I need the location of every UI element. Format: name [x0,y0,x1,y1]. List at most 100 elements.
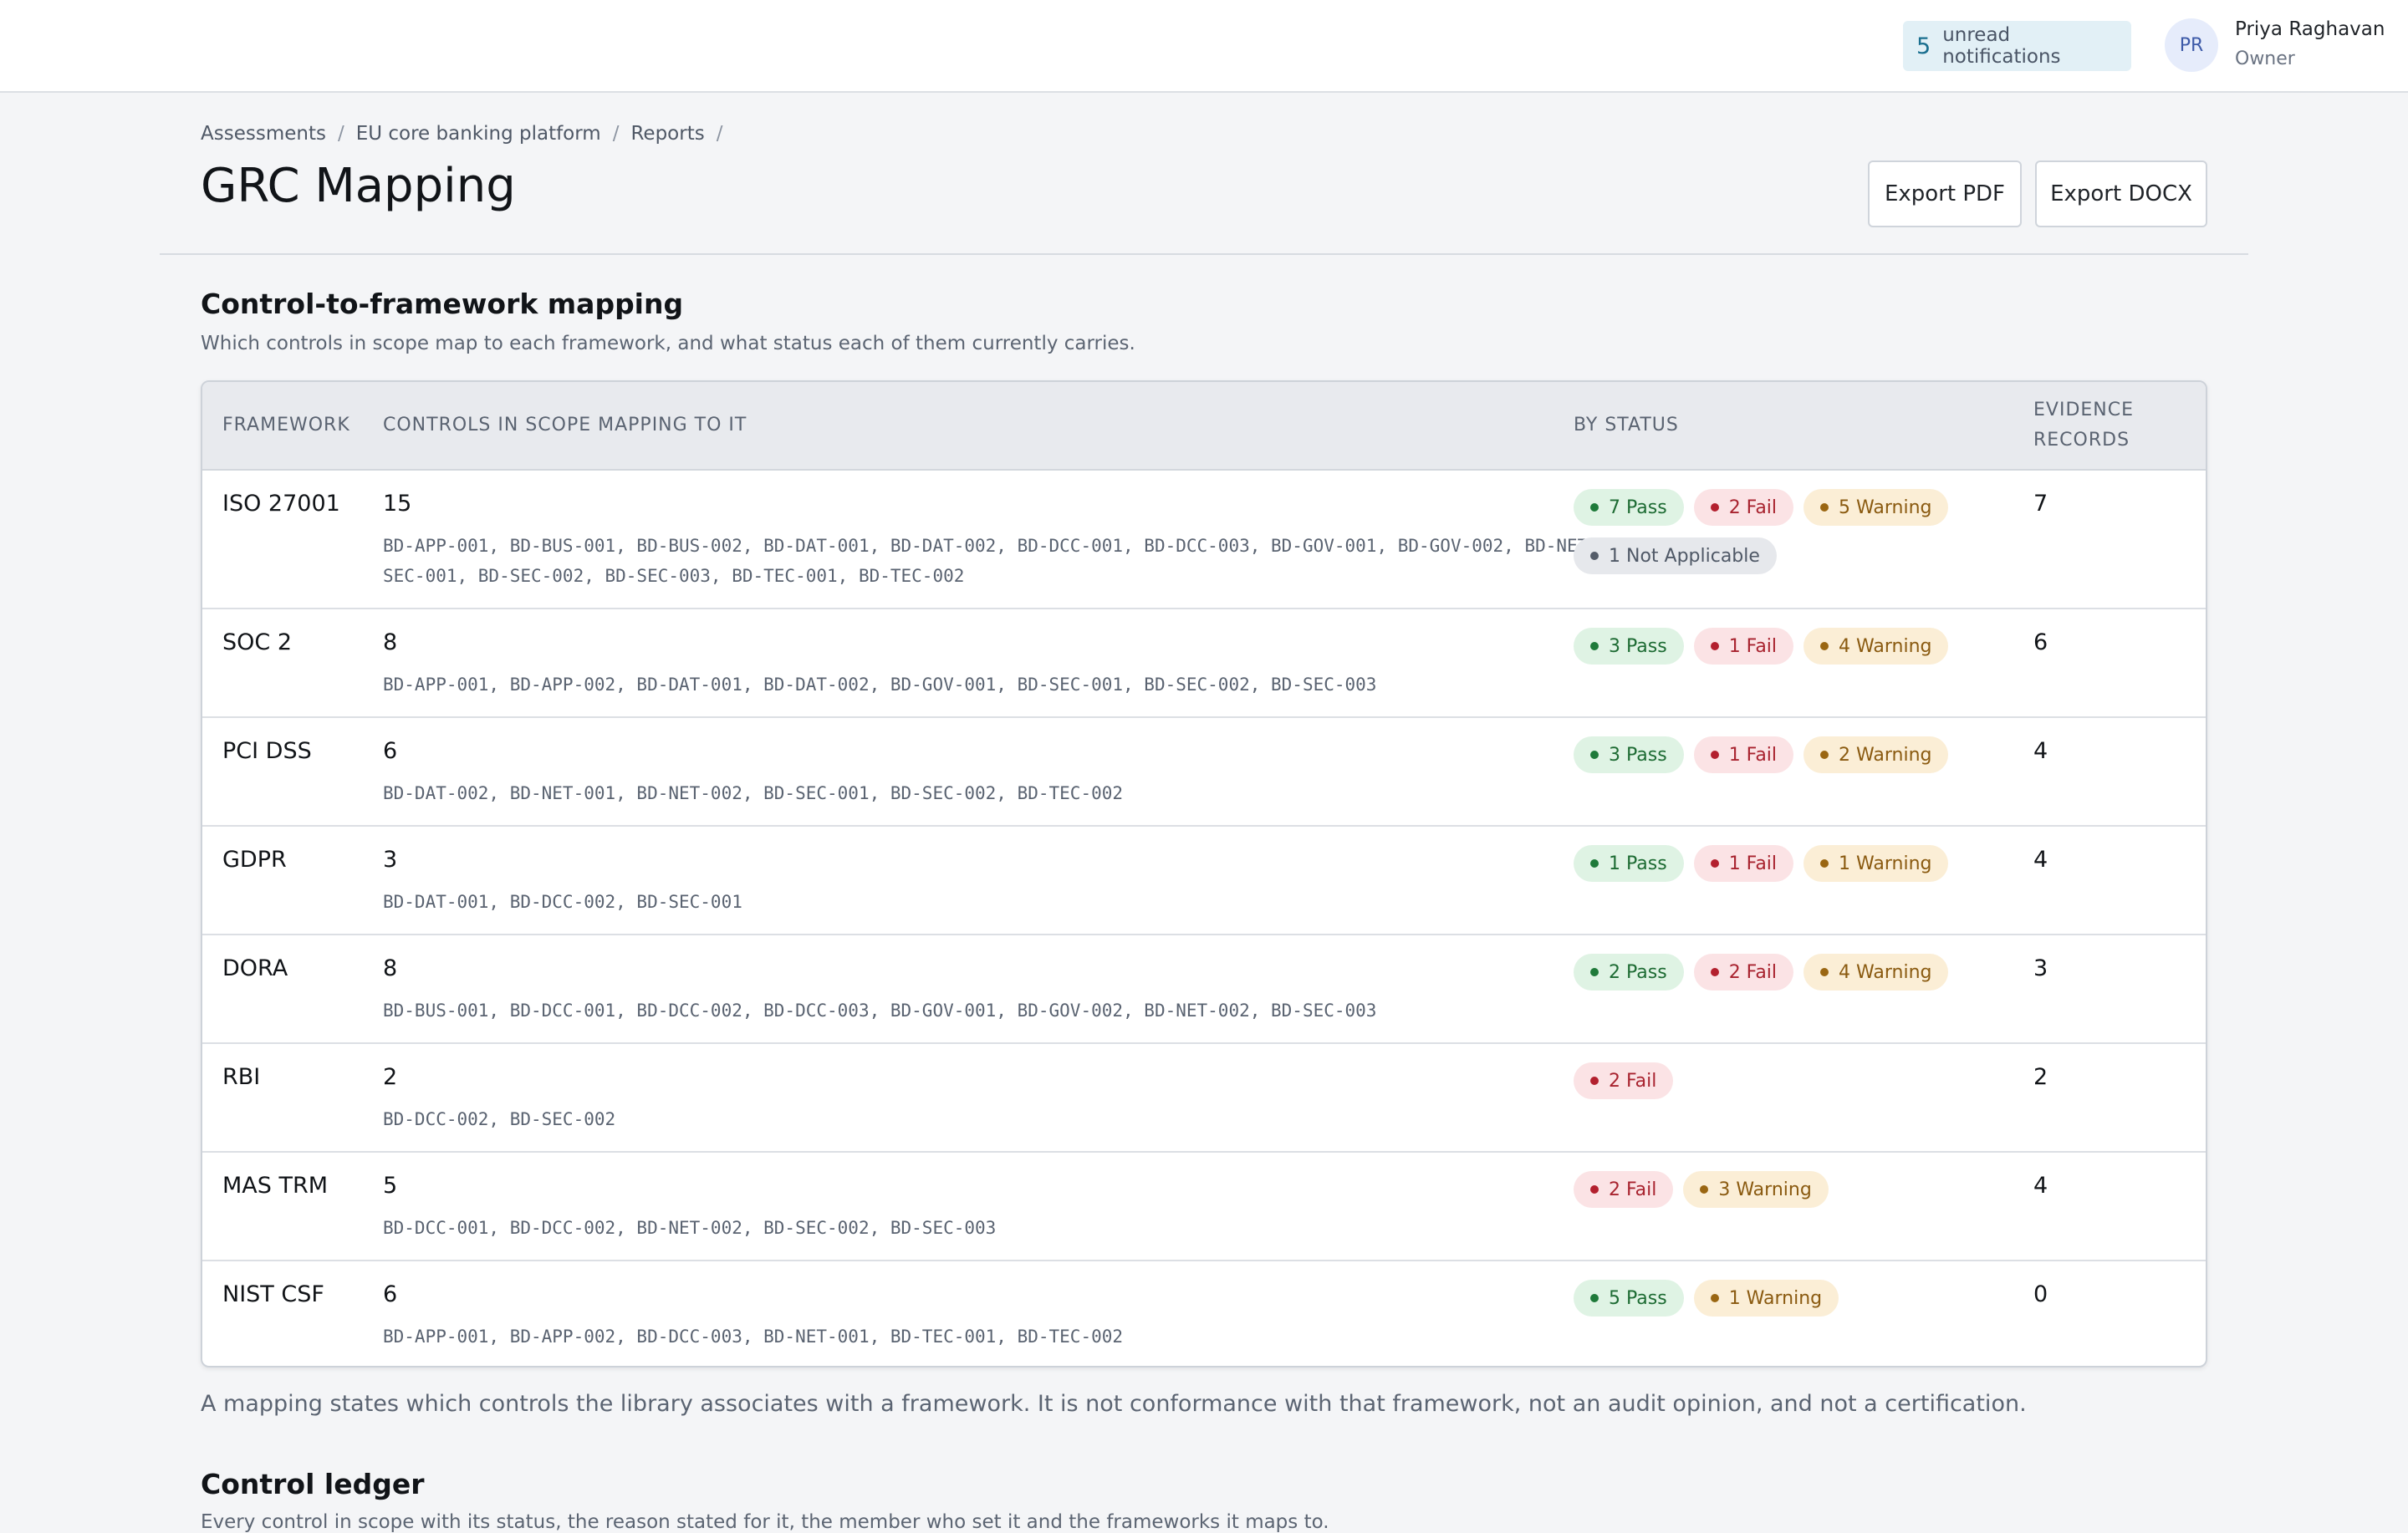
status-dot-icon [1590,859,1599,868]
status-pill-na: 1 Not Applicable [1574,537,1777,574]
status-pill-fail: 2 Fail [1693,954,1794,991]
status-pill-label: 2 Fail [1609,1070,1657,1092]
status-pill-label: 2 Fail [1728,961,1778,983]
status-dot-icon [1590,1077,1599,1085]
notifications-label: unread notifications [1942,24,2061,68]
status-pill-fail: 2 Fail [1574,1062,1674,1099]
table-row: ISO 27001 15 BD-APP-001, BD-BUS-001, BD-BU… [202,471,2206,609]
evidence-count: 3 [2033,955,2048,981]
status-breakdown: 2 Fail [1574,1062,2008,1099]
evidence-count: 4 [2033,1173,2048,1199]
status-pill-label: 3 Pass [1609,635,1667,657]
status-pill-label: 2 Pass [1609,961,1667,983]
breadcrumb-item-assessments[interactable]: Assessments [201,123,326,145]
controls-count: 3 [383,847,398,873]
status-pill-label: 1 Warning [1839,853,1932,874]
table-header: FRAMEWORK CONTROLS IN SCOPE MAPPING TO I… [202,382,2206,471]
controls-count: 8 [383,629,398,655]
notifications-count: 5 [1916,33,1931,59]
control-ids: BD-DCC-001, BD-DCC-002, BD-NET-002, BD-S… [383,1218,997,1238]
ledger-section-title: Control ledger [201,1468,425,1500]
framework-name: NIST CSF [222,1281,324,1307]
framework-name: DORA [222,955,288,981]
framework-name: ISO 27001 [222,491,340,517]
status-pill-label: 5 Warning [1839,497,1932,518]
status-pill-label: 2 Fail [1728,497,1778,518]
status-dot-icon [1710,642,1719,650]
controls-count: 8 [383,955,398,981]
status-pill-label: 3 Pass [1609,744,1667,766]
mapping-table: FRAMEWORK CONTROLS IN SCOPE MAPPING TO I… [201,380,2207,1367]
breadcrumb-separator: / [337,123,344,145]
control-ids: BD-DAT-002, BD-NET-001, BD-NET-002, BD-S… [383,783,1124,803]
table-row: MAS TRM 5 BD-DCC-001, BD-DCC-002, BD-NET-0… [202,1153,2206,1261]
status-dot-icon [1820,503,1829,512]
controls-count: 6 [383,1281,398,1307]
status-pill-warn: 3 Warning [1683,1171,1829,1208]
framework-name: MAS TRM [222,1173,329,1199]
controls-count: 6 [383,738,398,764]
status-pill-pass: 3 Pass [1574,736,1684,773]
evidence-count: 0 [2033,1281,2048,1307]
breadcrumb-item-assessment[interactable]: EU core banking platform [356,123,601,145]
status-pill-pass: 2 Pass [1574,954,1684,991]
column-header-controls: CONTROLS IN SCOPE MAPPING TO IT [383,415,747,435]
breadcrumb-separator: / [716,123,723,145]
status-dot-icon [1590,1294,1599,1302]
breadcrumb-separator: / [612,123,620,145]
control-ids: BD-APP-001, BD-APP-002, BD-DCC-003, BD-N… [383,1327,1124,1347]
mapping-disclaimer: A mapping states which controls the libr… [201,1391,2027,1417]
user-name[interactable]: Priya Raghavan [2235,18,2385,40]
evidence-count: 7 [2033,491,2048,517]
status-breakdown: 1 Pass 1 Fail 1 Warning [1574,845,2008,882]
status-dot-icon [1590,642,1599,650]
status-dot-icon [1700,1185,1709,1194]
table-row: NIST CSF 6 BD-APP-001, BD-APP-002, BD-DCC-… [202,1261,2206,1366]
avatar[interactable]: PR [2165,18,2218,72]
status-pill-fail: 1 Fail [1693,845,1794,882]
status-pill-warn: 1 Warning [1693,1280,1839,1317]
export-docx-button[interactable]: Export DOCX [2035,160,2207,227]
status-breakdown: 7 Pass 2 Fail 5 Warning 1 Not Applicable [1574,489,2008,574]
status-dot-icon [1590,552,1599,560]
controls-count: 2 [383,1064,398,1090]
control-ids: BD-DAT-001, BD-DCC-002, BD-SEC-001 [383,892,742,912]
page-title: GRC Mapping [201,159,516,213]
mapping-section-title: Control-to-framework mapping [201,288,684,320]
evidence-count: 4 [2033,847,2048,873]
status-dot-icon [1710,503,1719,512]
top-bar: 5 unread notifications PR Priya Raghavan… [0,0,2408,93]
notifications-badge[interactable]: 5 unread notifications [1903,21,2131,71]
status-breakdown: 2 Fail 3 Warning [1574,1171,2008,1208]
table-row: DORA 8 BD-BUS-001, BD-DCC-001, BD-DCC-002,… [202,935,2206,1044]
status-breakdown: 2 Pass 2 Fail 4 Warning [1574,954,2008,991]
control-ids: BD-APP-001, BD-APP-002, BD-DAT-001, BD-D… [383,675,1377,695]
status-pill-warn: 4 Warning [1803,628,1949,665]
column-header-status: BY STATUS [1574,415,1679,435]
framework-name: PCI DSS [222,738,312,764]
column-header-framework: FRAMEWORK [222,415,350,435]
breadcrumb-item-reports[interactable]: Reports [630,123,704,145]
status-pill-label: 2 Fail [1609,1179,1657,1200]
status-pill-label: 4 Warning [1839,635,1932,657]
status-pill-label: 3 Warning [1718,1179,1812,1200]
status-dot-icon [1820,642,1829,650]
user-role: Owner [2235,48,2295,69]
status-pill-fail: 2 Fail [1574,1171,1674,1208]
control-ids: BD-DCC-002, BD-SEC-002 [383,1109,616,1129]
status-dot-icon [1820,968,1829,976]
status-pill-warn: 5 Warning [1803,489,1949,526]
table-row: RBI 2 BD-DCC-002, BD-SEC-002 2 Fail 2 [202,1044,2206,1153]
status-pill-fail: 2 Fail [1693,489,1794,526]
status-breakdown: 3 Pass 1 Fail 2 Warning [1574,736,2008,773]
status-pill-fail: 1 Fail [1693,736,1794,773]
mapping-section-description: Which controls in scope map to each fram… [201,333,1135,354]
status-pill-label: 1 Fail [1728,853,1778,874]
evidence-count: 2 [2033,1064,2048,1090]
status-pill-pass: 1 Pass [1574,845,1684,882]
status-pill-label: 1 Pass [1609,853,1667,874]
export-pdf-button[interactable]: Export PDF [1868,160,2022,227]
status-pill-warn: 4 Warning [1803,954,1949,991]
status-dot-icon [1710,751,1719,759]
column-header-evidence: EVIDENCE RECORDS [2033,400,2134,451]
